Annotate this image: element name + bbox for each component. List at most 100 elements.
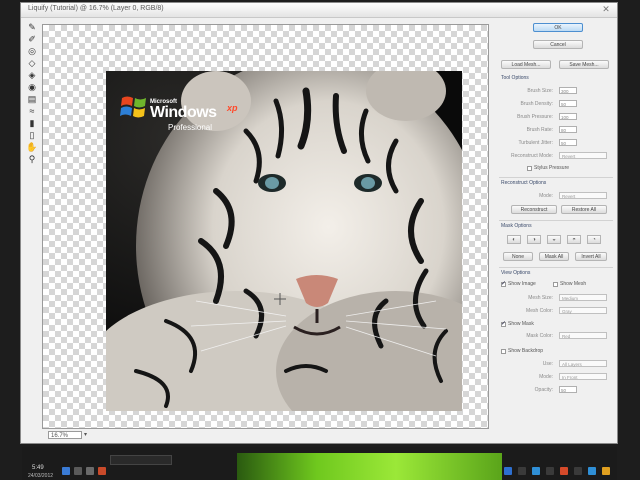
replace-selection-icon[interactable]: ◐ [507,235,521,244]
save-mesh-button[interactable]: Save Mesh... [559,60,609,69]
watermark-name: Windows [150,104,217,121]
reconstruct-tool-icon[interactable]: ✐ [26,33,38,45]
brush-rate-label: Brush Rate: [526,127,553,133]
reconstruct-mode-label: Reconstruct Mode: [511,153,553,159]
taskbar-app-icon[interactable] [518,467,526,475]
windows-xp-watermark: Microsoft Windows xp Professional [120,93,238,132]
thaw-mask-tool-icon[interactable]: ▯ [26,129,38,141]
windows-logo-icon [120,96,146,118]
clock-date: 24/03/2012 [28,473,54,479]
tool-options-heading: Tool Options [501,75,529,81]
preview-canvas[interactable]: Microsoft Windows xp Professional [42,24,489,429]
reconstruct-mode-select[interactable]: Revert [559,152,607,159]
turbulence-tool-icon[interactable]: ≈ [26,105,38,117]
show-image-label: Show Image [508,281,536,287]
taskbar: 5:49 24/03/2012 [22,447,617,480]
brush-pressure-label: Brush Pressure: [517,114,553,120]
watermark-edition-tag: xp [227,103,238,113]
brush-density-field[interactable]: 50 [559,100,577,107]
taskbar-app-icon[interactable] [504,467,512,475]
taskbar-app-icon[interactable] [602,467,610,475]
push-left-tool-icon[interactable]: ◉ [26,81,38,93]
mask-options-heading: Mask Options [501,223,532,229]
show-backdrop-checkbox[interactable] [501,349,506,354]
freeze-mask-tool-icon[interactable]: ▮ [26,117,38,129]
brush-size-label: Brush Size: [527,88,553,94]
options-panel: OK Cancel Load Mesh... Save Mesh... Tool… [497,19,615,439]
taskbar-button[interactable] [110,455,172,465]
view-options-heading: View Options [501,270,531,276]
use-select[interactable]: All Layers [559,360,607,367]
status-bar: 16.7% ▾ [42,431,489,440]
close-icon[interactable]: ✕ [597,4,615,15]
show-mesh-label: Show Mesh [560,281,587,287]
chevron-down-icon[interactable]: ▾ [84,431,92,439]
taskbar-app-icon[interactable] [532,467,540,475]
mask-color-label: Mask Color: [526,333,553,339]
tiger-image [106,71,462,411]
cancel-button[interactable]: Cancel [533,40,583,49]
mode-select[interactable]: Revert [559,192,607,199]
taskbar-app-icon[interactable] [574,467,582,475]
brush-size-field[interactable]: 300 [559,87,577,94]
volume-icon[interactable] [74,467,82,475]
stylus-pressure-checkbox[interactable] [527,166,532,171]
title-bar[interactable]: Liquify (Tutorial) @ 16.7% (Layer 0, RGB… [21,3,617,18]
show-mask-label: Show Mask [508,321,534,327]
bloat-tool-icon[interactable]: ◈ [26,69,38,81]
app-icon[interactable] [98,467,106,475]
clock-time: 5:49 [32,465,44,471]
add-to-selection-icon[interactable]: ◑ [527,235,541,244]
window-title: Liquify (Tutorial) @ 16.7% (Layer 0, RGB… [28,5,164,12]
divider [499,220,613,221]
mesh-color-select[interactable]: Gray [559,307,607,314]
divider [499,267,613,268]
ok-button[interactable]: OK [533,23,583,32]
hand-tool-icon[interactable]: ✋ [26,141,38,153]
subtract-selection-icon[interactable]: ◒ [547,235,561,244]
reconstruct-options-heading: Reconstruct Options [501,180,547,186]
watermark-edition: Professional [168,123,213,132]
tool-palette: ✎ ✐ ◎ ◇ ◈ ◉ ▤ ≈ ▮ ▯ ✋ ⚲ [25,21,39,171]
ie-icon[interactable] [62,467,70,475]
taskbar-app-icon[interactable] [560,467,568,475]
mask-color-select[interactable]: Red [559,332,607,339]
brush-density-label: Brush Density: [520,101,553,107]
taskbar-app-icon[interactable] [588,467,596,475]
mask-all-button[interactable]: Mask All [539,252,569,261]
load-mesh-button[interactable]: Load Mesh... [501,60,551,69]
show-mask-checkbox[interactable] [501,320,506,327]
brush-rate-field[interactable]: 80 [559,126,577,133]
mode-label: Mode: [539,193,553,199]
restore-all-button[interactable]: Restore All [561,205,607,214]
zoom-tool-icon[interactable]: ⚲ [26,153,38,165]
intersect-selection-icon[interactable]: ◓ [567,235,581,244]
opacity-field[interactable]: 50 [559,386,577,393]
reconstruct-button[interactable]: Reconstruct [511,205,557,214]
invert-all-button[interactable]: Invert All [575,252,607,261]
mesh-size-select[interactable]: Medium [559,294,607,301]
zoom-field[interactable]: 16.7% [48,431,82,439]
opacity-label: Opacity: [534,387,553,393]
mirror-tool-icon[interactable]: ▤ [26,93,38,105]
network-icon[interactable] [86,467,94,475]
forward-warp-tool-icon[interactable]: ✎ [26,21,38,33]
show-image-checkbox[interactable] [501,280,506,287]
brush-pressure-field[interactable]: 100 [559,113,577,120]
turbulent-jitter-field[interactable]: 50 [559,139,577,146]
backdrop-mode-select[interactable]: In Front [559,373,607,380]
twirl-tool-icon[interactable]: ◎ [26,45,38,57]
taskbar-app-icon[interactable] [546,467,554,475]
turbulent-jitter-label: Turbulent Jitter: [518,140,553,146]
mask-none-button[interactable]: None [503,252,533,261]
liquify-window: Liquify (Tutorial) @ 16.7% (Layer 0, RGB… [20,2,618,444]
pucker-tool-icon[interactable]: ◇ [26,57,38,69]
use-label: Use: [542,361,553,367]
mesh-color-label: Mesh Color: [526,308,553,314]
invert-selection-icon[interactable]: ◔ [587,235,601,244]
backdrop-mode-label: Mode: [539,374,553,380]
show-backdrop-label: Show Backdrop [508,348,544,354]
divider [499,177,613,178]
show-mesh-checkbox[interactable] [553,282,558,287]
desktop-wallpaper-strip [237,453,502,480]
